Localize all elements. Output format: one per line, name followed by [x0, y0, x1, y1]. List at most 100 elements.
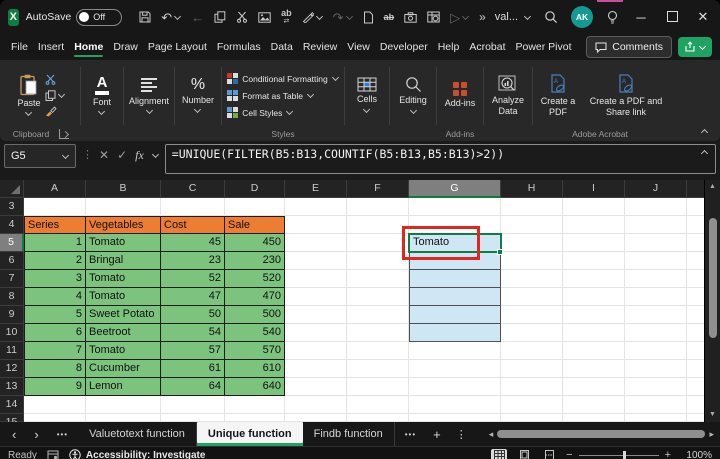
column-header-C[interactable]: C	[161, 180, 225, 198]
autosave-switch[interactable]: Off	[76, 9, 122, 26]
macro-record-icon[interactable]	[47, 450, 59, 459]
zoom-out-icon[interactable]: −	[566, 449, 572, 459]
cell-D7[interactable]: 520	[225, 270, 285, 288]
cell-B4[interactable]: Vegetables	[86, 216, 161, 234]
cell-J15[interactable]	[625, 414, 687, 422]
collapse-formula-bar-icon[interactable]	[701, 150, 708, 157]
cell-I8[interactable]	[563, 288, 625, 306]
scroll-down-icon[interactable]: ▼	[705, 410, 720, 420]
conditional-formatting-button[interactable]: Conditional Formatting	[227, 71, 339, 87]
cell-I6[interactable]	[563, 252, 625, 270]
copy-button[interactable]	[45, 89, 65, 102]
cell-G14[interactable]	[409, 396, 501, 414]
cell-H4[interactable]	[501, 216, 563, 234]
page-layout-view-button[interactable]	[516, 449, 532, 459]
cell-I10[interactable]	[563, 324, 625, 342]
create-pdf-button[interactable]: A Create a PDF	[537, 74, 579, 117]
zoom-level[interactable]: 100%	[680, 450, 712, 459]
minimize-button[interactable]: ─	[632, 10, 650, 25]
format-as-table-button[interactable]: Format as Table	[227, 88, 314, 104]
autosave-toggle[interactable]: AutoSave Off	[26, 9, 123, 26]
cell-E8[interactable]	[285, 288, 347, 306]
cell-A3[interactable]	[24, 198, 86, 216]
cell-C6[interactable]: 23	[161, 252, 225, 270]
cell-A8[interactable]: 4	[24, 288, 86, 306]
cell-A15[interactable]	[24, 414, 86, 422]
cell-J7[interactable]	[625, 270, 687, 288]
undo-icon[interactable]: ↶	[159, 7, 183, 27]
cell-B14[interactable]	[86, 396, 161, 414]
cell-D6[interactable]: 230	[225, 252, 285, 270]
cell-H10[interactable]	[501, 324, 563, 342]
comments-button[interactable]: Comments	[586, 36, 672, 58]
formula-input[interactable]: =UNIQUE(FILTER(B5:B13,COUNTIF(B5:B13,B5:…	[165, 144, 716, 174]
cell-I15[interactable]	[563, 414, 625, 422]
scroll-left-icon[interactable]: ◂	[489, 429, 494, 440]
cell-J5[interactable]	[625, 234, 687, 252]
row-header-10[interactable]: 10	[0, 324, 24, 342]
tab-view[interactable]: View	[342, 35, 375, 59]
row-header-14[interactable]: 14	[0, 396, 24, 414]
cell-C14[interactable]	[161, 396, 225, 414]
avatar[interactable]: AK	[571, 6, 593, 28]
cell-D15[interactable]	[225, 414, 285, 422]
cell-B3[interactable]	[86, 198, 161, 216]
cell-E13[interactable]	[285, 378, 347, 396]
alignment-button[interactable]: Alignment	[129, 76, 169, 116]
cell-B15[interactable]	[86, 414, 161, 422]
cell-G7[interactable]	[409, 270, 501, 288]
cell-E6[interactable]	[285, 252, 347, 270]
sheet-nav-more-icon[interactable]: •••	[49, 430, 76, 439]
cell-D10[interactable]: 540	[225, 324, 285, 342]
cell-styles-button[interactable]: Cell Styles	[227, 105, 293, 121]
cell-D13[interactable]: 640	[225, 378, 285, 396]
paste-picture-icon[interactable]	[256, 7, 273, 27]
fill-handle[interactable]	[497, 249, 503, 255]
tab-review[interactable]: Review	[298, 35, 342, 59]
zoom-in-icon[interactable]: +	[665, 449, 671, 459]
cell-I3[interactable]	[563, 198, 625, 216]
cell-J11[interactable]	[625, 342, 687, 360]
row-header-6[interactable]: 6	[0, 252, 24, 270]
ink-replay-icon[interactable]	[300, 7, 325, 27]
window-title[interactable]: val...	[495, 11, 531, 23]
strikethrough-icon[interactable]: ab	[382, 7, 397, 27]
row-header-15[interactable]: 15	[0, 414, 24, 422]
cell-C5[interactable]: 45	[161, 234, 225, 252]
maximize-button[interactable]	[663, 10, 681, 25]
cell-F13[interactable]	[347, 378, 409, 396]
column-header-I[interactable]: I	[563, 180, 625, 198]
row-header-11[interactable]: 11	[0, 342, 24, 360]
cell-H5[interactable]	[501, 234, 563, 252]
cell-C4[interactable]: Cost	[161, 216, 225, 234]
cell-A9[interactable]: 5	[24, 306, 86, 324]
enter-icon[interactable]: ✓	[117, 148, 127, 162]
page-break-view-button[interactable]	[541, 449, 557, 459]
cell-G12[interactable]	[409, 360, 501, 378]
sheet-tab-findb-function[interactable]: Findb function	[303, 422, 395, 446]
vertical-scroll-thumb[interactable]	[709, 218, 717, 338]
cells-button[interactable]: Cells	[357, 77, 377, 113]
save-icon[interactable]	[137, 7, 153, 27]
format-painter-button[interactable]	[45, 105, 57, 118]
cell-G15[interactable]	[409, 414, 501, 422]
row-header-3[interactable]: 3	[0, 198, 24, 216]
column-header-E[interactable]: E	[285, 180, 347, 198]
row-header-13[interactable]: 13	[0, 378, 24, 396]
cell-E4[interactable]	[285, 216, 347, 234]
cell-B5[interactable]: Tomato	[86, 234, 161, 252]
sheet-tab-unique-function[interactable]: Unique function	[197, 422, 303, 446]
cell-E12[interactable]	[285, 360, 347, 378]
tab-formulas[interactable]: Formulas	[212, 35, 266, 59]
insert-function-icon[interactable]: fx	[135, 148, 144, 163]
new-document-icon[interactable]	[361, 7, 376, 27]
cut-icon[interactable]	[234, 7, 250, 27]
cell-H13[interactable]	[501, 378, 563, 396]
cell-F6[interactable]	[347, 252, 409, 270]
new-sheet-button[interactable]: +	[426, 427, 448, 442]
row-header-4[interactable]: 4	[0, 216, 24, 234]
cell-C7[interactable]: 52	[161, 270, 225, 288]
cell-B8[interactable]: Tomato	[86, 288, 161, 306]
tab-developer[interactable]: Developer	[375, 35, 433, 59]
cell-E15[interactable]	[285, 414, 347, 422]
